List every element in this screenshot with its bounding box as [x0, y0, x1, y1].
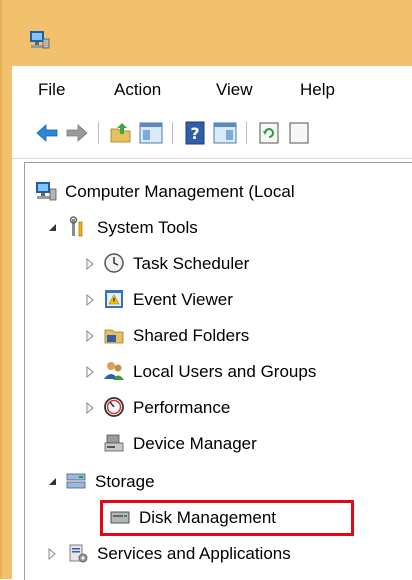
back-arrow-icon[interactable] — [34, 120, 60, 146]
tree-item-performance[interactable]: Performance — [85, 393, 403, 423]
window-left-border — [0, 66, 12, 579]
tree-item-label: Device Manager — [133, 434, 257, 453]
toolbar-separator — [172, 122, 173, 144]
toolbar-separator — [246, 122, 247, 144]
tree-item-label: Services and Applications — [97, 544, 291, 563]
menu-action[interactable]: Action — [110, 78, 165, 102]
show-hide-action-pane-icon[interactable] — [212, 120, 238, 146]
tree-item-services-and-applications[interactable]: Services and Applications — [43, 539, 403, 569]
tree-item-label: Storage — [95, 472, 155, 491]
tree-item-label: Task Scheduler — [133, 254, 250, 273]
show-hide-console-tree-icon[interactable] — [138, 120, 164, 146]
tree-item-label: System Tools — [97, 218, 198, 237]
tree-item-storage[interactable]: Storage — [43, 467, 403, 497]
collapsed-arrow-icon[interactable] — [85, 258, 95, 270]
tree-item-task-scheduler[interactable]: Task Scheduler — [85, 249, 403, 279]
toolbar-separator — [98, 122, 99, 144]
refresh-icon[interactable] — [256, 120, 282, 146]
toolbar: ? — [12, 112, 412, 159]
performance-icon — [104, 397, 124, 417]
collapsed-arrow-icon[interactable] — [47, 548, 57, 560]
computer-management-app-icon[interactable] — [28, 30, 50, 50]
shared-folder-icon — [104, 329, 124, 344]
tree-item-label: Local Users and Groups — [133, 362, 317, 381]
computer-management-icon — [36, 182, 57, 201]
menu-view[interactable]: View — [212, 78, 257, 102]
tree-item-shared-folders[interactable]: Shared Folders — [85, 321, 403, 351]
help-icon[interactable]: ? — [182, 120, 208, 146]
tree-item-computer-management[interactable]: Computer Management (Local — [33, 177, 403, 207]
export-list-icon[interactable] — [286, 120, 312, 146]
expanded-arrow-icon[interactable] — [47, 476, 57, 488]
up-one-level-icon[interactable] — [108, 120, 134, 146]
clock-icon — [104, 253, 124, 273]
collapsed-arrow-icon[interactable] — [85, 294, 95, 306]
tree-item-local-users-and-groups[interactable]: Local Users and Groups — [85, 357, 403, 387]
menu-file[interactable]: File — [34, 78, 69, 102]
forward-arrow-icon[interactable] — [64, 120, 90, 146]
tree-item-event-viewer[interactable]: Event Viewer — [85, 285, 403, 315]
device-manager-icon — [104, 434, 124, 452]
tree-item-label: Computer Management (Local — [65, 182, 295, 201]
svg-text:?: ? — [190, 124, 199, 143]
storage-icon — [66, 473, 86, 489]
collapsed-arrow-icon[interactable] — [85, 402, 95, 414]
disk-management-highlight-box — [100, 500, 354, 536]
menu-bar: File Action View Help — [12, 66, 412, 112]
tree-item-device-manager[interactable]: Device Manager — [103, 429, 403, 459]
tree-item-label: Shared Folders — [133, 326, 250, 345]
title-bar — [0, 0, 412, 66]
expanded-arrow-icon[interactable] — [47, 222, 57, 234]
collapsed-arrow-icon[interactable] — [85, 366, 95, 378]
collapsed-arrow-icon[interactable] — [85, 330, 95, 342]
tree-item-system-tools[interactable]: System Tools — [43, 213, 403, 243]
menu-help[interactable]: Help — [296, 78, 339, 102]
system-tools-icon — [69, 216, 83, 237]
tree-item-label: Event Viewer — [133, 290, 233, 309]
tree-item-label: Performance — [133, 398, 231, 417]
event-viewer-icon — [105, 290, 123, 308]
users-icon — [104, 362, 124, 380]
services-icon — [69, 544, 88, 563]
